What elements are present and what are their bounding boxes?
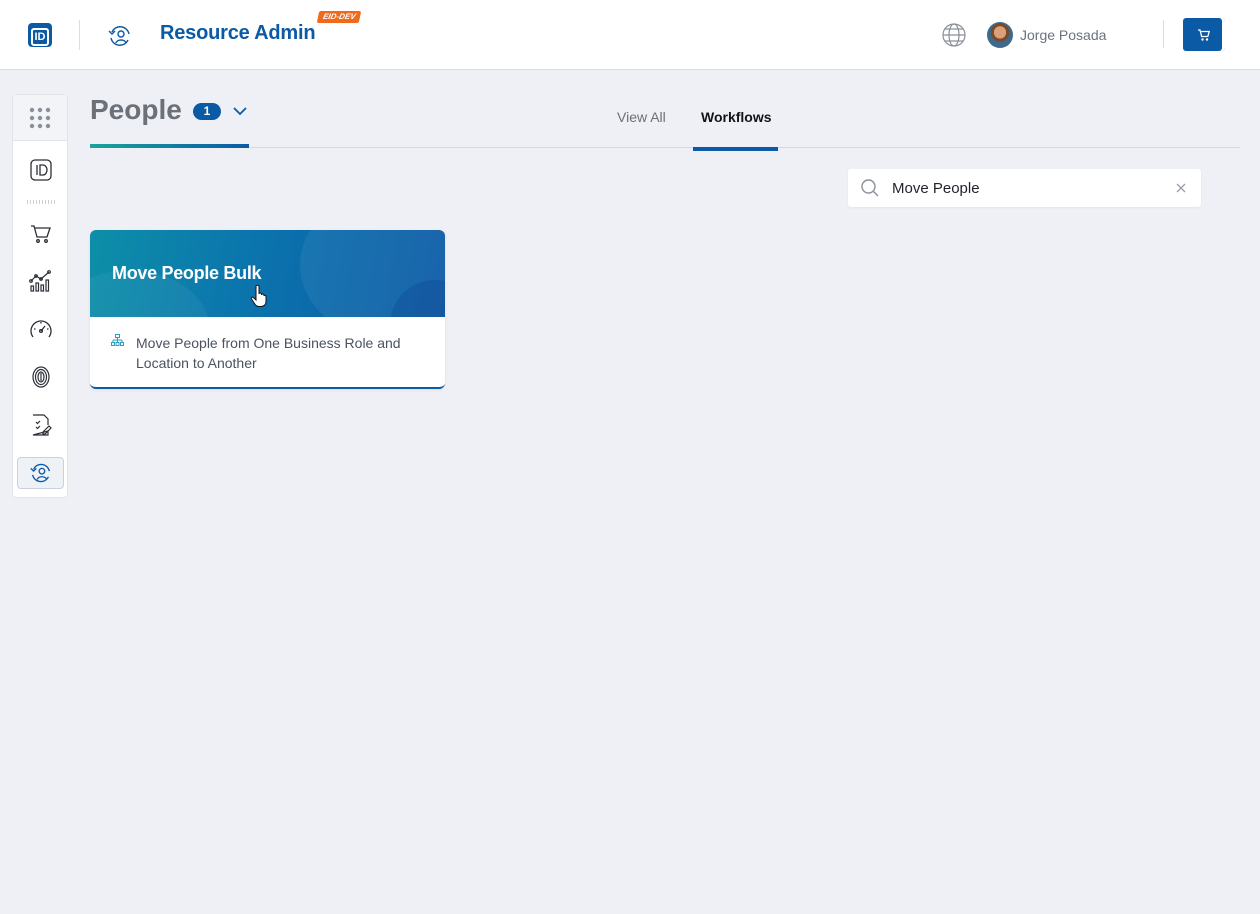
tab-view-all[interactable]: View All <box>617 109 666 125</box>
environment-badge: EID-DEV <box>316 11 362 23</box>
user-name[interactable]: Jorge Posada <box>1020 27 1106 43</box>
chevron-down-icon[interactable] <box>232 104 248 118</box>
tab-workflows[interactable]: Workflows <box>701 109 772 125</box>
workflow-card-title: Move People Bulk <box>112 263 262 283</box>
resource-admin-app-icon[interactable] <box>106 22 134 50</box>
sidebar-item-id[interactable] <box>27 156 55 184</box>
logo-text: ID <box>31 28 49 46</box>
hand-pointer-icon <box>250 284 267 307</box>
org-chart-icon <box>111 334 124 346</box>
search-input[interactable] <box>892 169 1172 207</box>
analytics-chart-icon <box>29 270 51 292</box>
sidebar-apps-button[interactable] <box>13 95 67 141</box>
sidebar-item-tasks[interactable] <box>27 411 55 439</box>
header-divider <box>1163 20 1164 48</box>
search-box <box>848 169 1201 207</box>
logo-id-icon[interactable]: ID <box>28 23 52 47</box>
search-icon <box>861 179 879 197</box>
cart-button[interactable] <box>1183 18 1225 51</box>
user-avatar[interactable] <box>987 22 1013 48</box>
title-underline <box>90 144 249 148</box>
active-tab-indicator <box>693 147 778 151</box>
sidebar-item-dashboard[interactable] <box>27 316 55 344</box>
app-title: Resource Admin <box>160 22 316 44</box>
count-badge: 1 <box>193 103 221 120</box>
page-title: People <box>90 94 182 125</box>
workflow-card-description: Move People from One Business Role and L… <box>136 335 401 371</box>
sidebar-item-identity[interactable] <box>27 363 55 391</box>
sidebar-item-cart[interactable] <box>27 219 55 247</box>
apps-grid-icon <box>29 107 51 128</box>
close-icon[interactable] <box>1175 182 1187 194</box>
left-sidebar <box>12 94 68 498</box>
sidebar-item-resource-admin[interactable] <box>17 457 64 489</box>
resource-admin-icon <box>29 463 50 483</box>
cart-icon <box>31 225 51 243</box>
globe-icon[interactable] <box>941 22 967 48</box>
top-header: ID Resource Admin EID-DEV Jorge Posada <box>0 0 1260 70</box>
cart-icon <box>1198 28 1211 41</box>
workflow-card-header: Move People Bulk <box>90 230 445 317</box>
id-card-icon <box>30 159 52 181</box>
sidebar-separator <box>27 200 55 204</box>
fingerprint-icon <box>32 366 50 388</box>
header-divider <box>79 20 80 50</box>
sidebar-item-analytics[interactable] <box>27 267 55 295</box>
speedometer-icon <box>30 320 52 338</box>
checklist-edit-icon <box>32 414 52 436</box>
workflow-card[interactable]: Move People Bulk Move People from One Bu… <box>90 230 445 389</box>
